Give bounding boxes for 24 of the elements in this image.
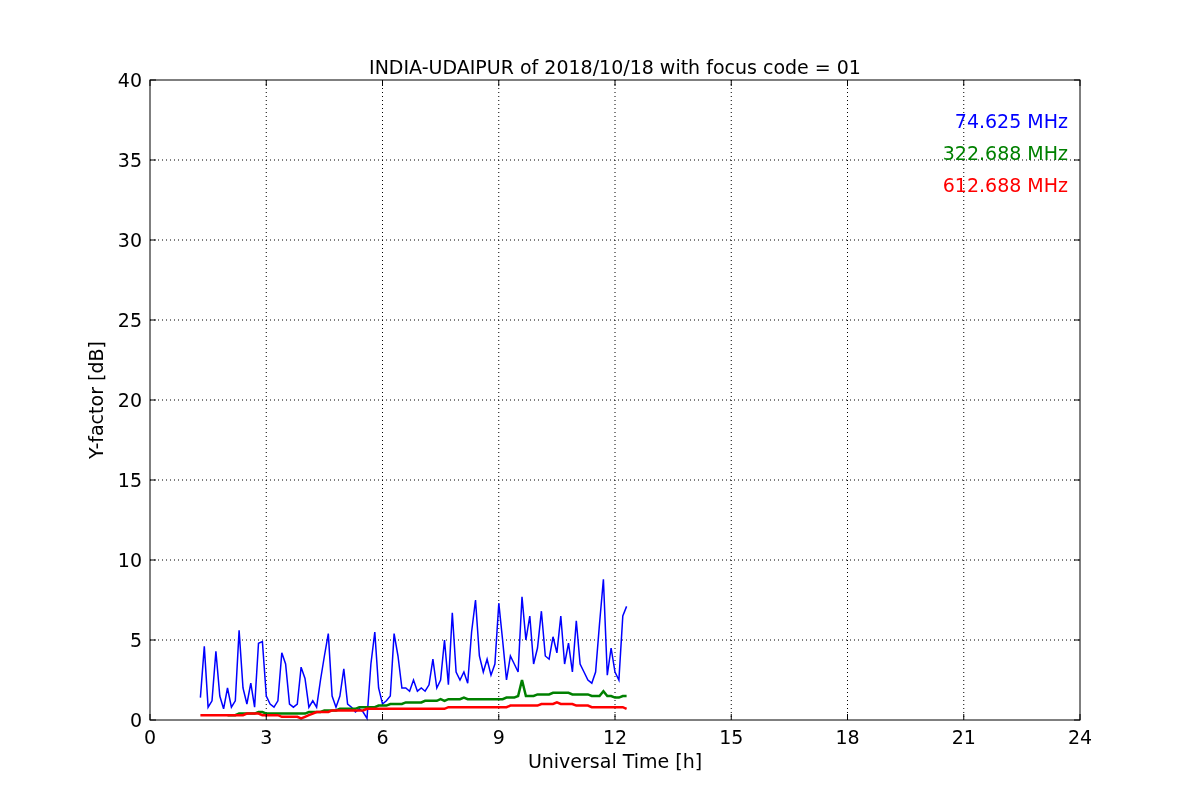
x-tick-label: 21 [951,726,976,748]
y-tick-label: 15 [117,469,142,491]
legend-label: 322.688 MHz [942,142,1068,164]
x-tick-label: 9 [492,726,505,748]
x-tick-label: 15 [719,726,744,748]
x-tick-label: 6 [376,726,389,748]
x-tick-label: 24 [1067,726,1093,748]
y-tick-label: 35 [117,149,142,171]
y-tick-label: 40 [117,69,142,91]
y-tick-label: 25 [117,309,142,331]
y-tick-label: 5 [129,629,142,651]
x-tick-label: 18 [835,726,860,748]
legend-label: 74.625 MHz [954,110,1068,132]
x-axis-label: Universal Time [h] [527,750,703,772]
y-tick-label: 0 [129,709,142,731]
y-tick-label: 10 [117,549,142,571]
y-tick-label: 20 [117,389,142,411]
x-tick-label: 3 [260,726,273,748]
legend-label: 612.688 MHz [942,174,1068,196]
x-tick-label: 0 [143,726,157,748]
y-tick-label: 30 [117,229,142,251]
y-axis-label: Y-factor [dB] [85,341,107,459]
x-tick-label: 12 [602,726,628,748]
chart-title: INDIA-UDAIPUR of 2018/10/18 with focus code = 01 [369,56,861,78]
